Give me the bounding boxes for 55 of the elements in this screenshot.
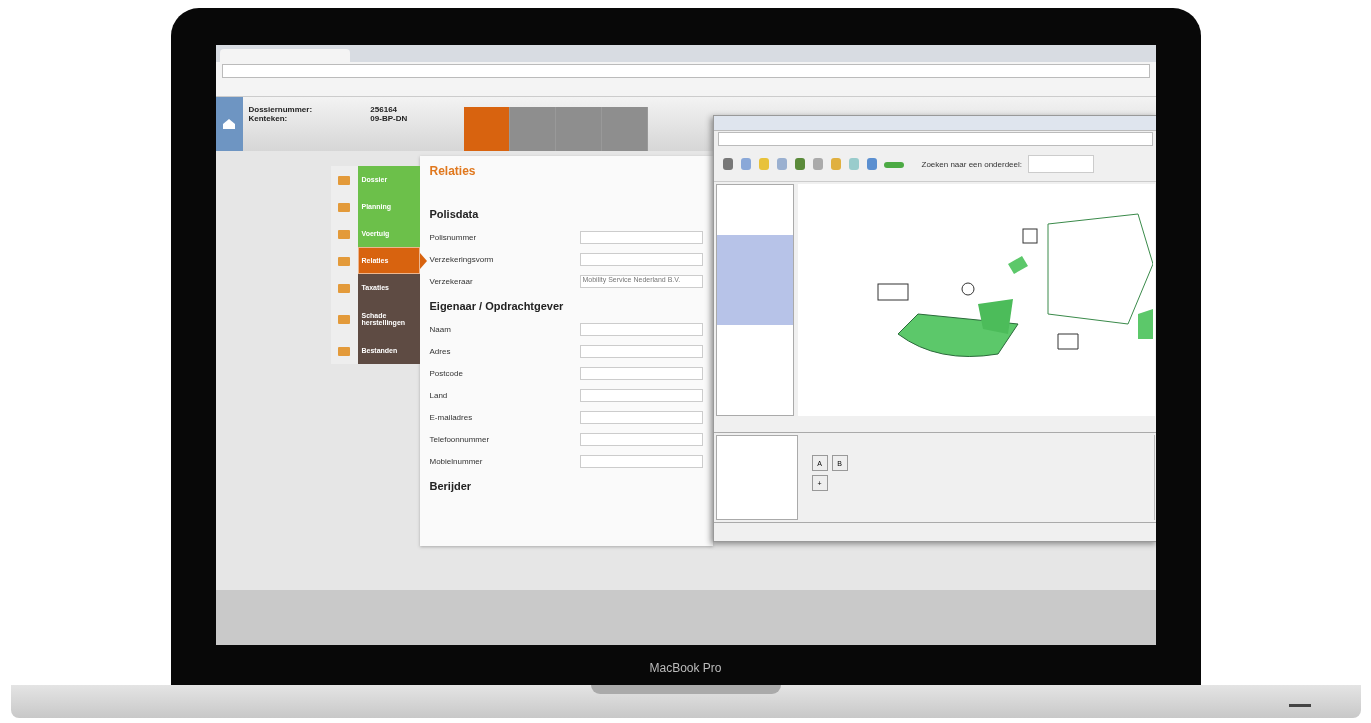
- address-bar[interactable]: [221, 64, 1150, 78]
- field-label: E-mailadres: [429, 412, 474, 422]
- field-label: Land: [429, 390, 449, 400]
- toolbar-icon[interactable]: [811, 157, 824, 171]
- input-field[interactable]: [579, 366, 703, 380]
- field-label: Verzekeraar: [429, 276, 474, 286]
- plate-label: Kenteken:: [248, 114, 289, 123]
- field-label: Postcode: [429, 368, 464, 378]
- plate-number: 09-BP-DN: [370, 114, 409, 123]
- section-heading: Berijder: [429, 480, 473, 492]
- pointer-icon: [419, 252, 427, 269]
- input-field[interactable]: [579, 322, 703, 336]
- toolbar-icon[interactable]: [721, 157, 734, 171]
- field-label: Polisnummer: [429, 232, 478, 242]
- folder-icon: [337, 173, 351, 186]
- browser-tab[interactable]: [219, 49, 350, 62]
- toolbar-icon[interactable]: [739, 157, 752, 171]
- form-title: Relaties: [429, 164, 477, 178]
- nav-tab[interactable]: [601, 107, 648, 151]
- folder-icon: [337, 313, 351, 325]
- field-label: Mobielnummer: [429, 456, 484, 466]
- input-field[interactable]: [579, 432, 703, 446]
- address-bar[interactable]: [717, 132, 1153, 146]
- toolbar-icon[interactable]: [865, 157, 878, 171]
- toolbar-icon[interactable]: [829, 157, 842, 171]
- home-button[interactable]: [215, 97, 243, 151]
- folder-icon: [337, 200, 351, 213]
- dossier-number: 256164: [370, 105, 399, 114]
- dossier-label: Dossiernummer:: [248, 105, 314, 114]
- nav-tab[interactable]: [555, 107, 602, 151]
- input-field[interactable]: [579, 252, 703, 266]
- input-field[interactable]: [579, 344, 703, 358]
- section-heading: Polisdata: [429, 208, 480, 220]
- field-label: Verzekeringsvorm: [429, 254, 495, 264]
- toolbar-icon[interactable]: [793, 157, 806, 171]
- field-label: Adres: [429, 346, 452, 356]
- input-field[interactable]: [579, 388, 703, 402]
- folder-icon: [337, 344, 351, 357]
- folder-icon: [337, 227, 351, 240]
- folder-icon: [337, 281, 351, 294]
- input-field[interactable]: [579, 410, 703, 424]
- input-field[interactable]: [579, 230, 703, 244]
- field-label: Telefoonnummer: [429, 434, 491, 444]
- nav-tab[interactable]: [463, 107, 510, 151]
- brand-label: MacBook Pro: [649, 661, 722, 675]
- base-mark: [1288, 704, 1311, 707]
- field-label: Naam: [429, 324, 452, 334]
- search-field[interactable]: [1028, 155, 1095, 173]
- house-icon: [222, 118, 236, 130]
- folder-icon: [337, 254, 351, 267]
- toolbar-icon[interactable]: [775, 157, 788, 171]
- search-label: Zoeken naar een onderdeel:: [921, 159, 1023, 169]
- nav-tab[interactable]: [509, 107, 556, 151]
- section-heading: Eigenaar / Opdrachtgever: [429, 300, 565, 312]
- input-field[interactable]: [579, 454, 703, 468]
